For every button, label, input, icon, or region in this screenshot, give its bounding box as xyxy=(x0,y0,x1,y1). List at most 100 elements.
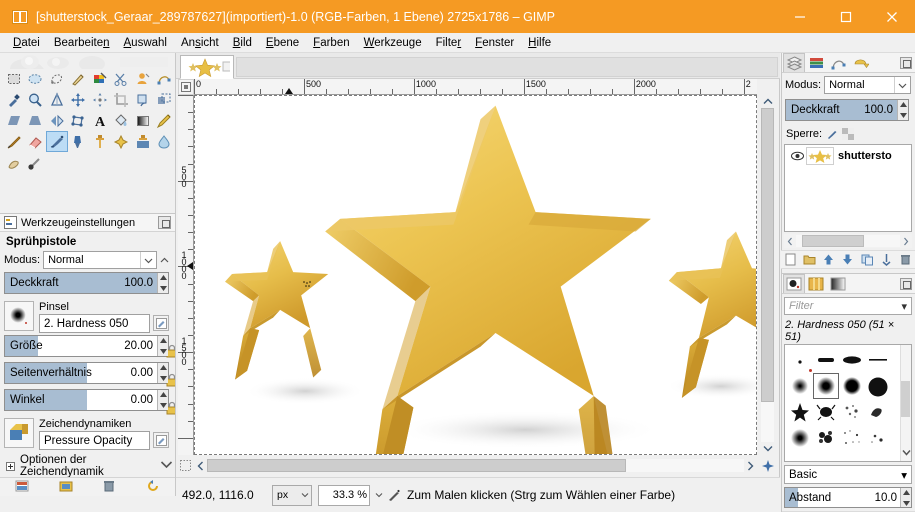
ellipse-select-tool[interactable] xyxy=(25,68,47,89)
angle-slider[interactable]: Winkel 0.00 xyxy=(4,389,169,411)
brush-cell[interactable] xyxy=(787,347,813,373)
dynamics-options-expander[interactable]: Optionen der Zeichendynamik xyxy=(0,452,175,480)
scroll-up-button[interactable] xyxy=(760,95,775,108)
restore-tool-preset-icon[interactable] xyxy=(59,479,73,496)
menu-ebene[interactable]: Ebene xyxy=(259,35,306,51)
layer-hscroll-thumb[interactable] xyxy=(802,235,864,247)
menu-hilfe[interactable]: Hilfe xyxy=(521,35,558,51)
scroll-right-button[interactable] xyxy=(744,458,757,473)
duplicate-layer-icon[interactable] xyxy=(860,252,875,267)
menu-bearbeiten[interactable]: Bearbeiten xyxy=(47,35,117,51)
menu-auswahl[interactable]: Auswahl xyxy=(117,35,174,51)
brush-cell[interactable] xyxy=(787,373,813,399)
layer-opacity-spinner[interactable] xyxy=(897,100,908,120)
layer-opacity-slider[interactable]: Deckkraft 100.0 xyxy=(785,99,909,121)
v-scroll-track[interactable] xyxy=(761,108,774,442)
save-tool-preset-icon[interactable] xyxy=(15,479,29,496)
flip-tool[interactable] xyxy=(46,110,68,131)
menu-ansicht[interactable]: Ansicht xyxy=(174,35,226,51)
options-collapse-icon[interactable] xyxy=(157,257,171,264)
brush-grid-scroll-down-icon[interactable] xyxy=(902,447,911,459)
canvas-vertical-scrollbar[interactable] xyxy=(760,95,775,455)
crop-tool[interactable] xyxy=(111,89,133,110)
zoom-tool[interactable] xyxy=(25,89,47,110)
delete-tool-preset-icon[interactable] xyxy=(102,479,116,496)
rect-select-tool[interactable] xyxy=(3,68,25,89)
brush-cell[interactable] xyxy=(839,373,865,399)
layer-list-hscrollbar[interactable] xyxy=(784,234,912,248)
menu-filter[interactable]: Filter xyxy=(429,35,469,51)
eye-icon[interactable] xyxy=(788,151,806,161)
move-tool[interactable] xyxy=(68,89,90,110)
layer-item[interactable]: shuttersto xyxy=(785,145,911,167)
tool-options-menu-button[interactable] xyxy=(158,216,171,229)
layer-mode-select[interactable]: Normal xyxy=(824,76,911,94)
brush-filter-input[interactable]: Filter ▾ xyxy=(784,297,912,315)
patterns-tab[interactable] xyxy=(805,274,827,293)
quickmask-toggle-button[interactable] xyxy=(179,458,192,473)
layers-tab[interactable] xyxy=(783,53,805,72)
gradients-tab[interactable] xyxy=(827,274,849,293)
clone-tool[interactable] xyxy=(89,131,111,152)
edit-dynamics-button[interactable] xyxy=(153,432,169,448)
paintbrush-tool[interactable] xyxy=(3,131,25,152)
heal-tool[interactable] xyxy=(111,131,133,152)
horizontal-ruler[interactable]: 0 500 1000 1500 2000 2 xyxy=(194,79,757,95)
airbrush-tool[interactable] xyxy=(46,131,68,152)
brush-cell[interactable] xyxy=(813,425,839,451)
undo-history-tab[interactable] xyxy=(849,53,871,72)
ruler-origin-button[interactable] xyxy=(178,79,194,95)
brushes-tab[interactable] xyxy=(783,274,805,293)
fuzzy-select-tool[interactable] xyxy=(68,68,90,89)
scissors-select-tool[interactable] xyxy=(111,68,133,89)
layer-list[interactable]: shuttersto xyxy=(784,144,912,232)
brush-cell[interactable] xyxy=(787,425,813,451)
menu-bild[interactable]: Bild xyxy=(226,35,259,51)
minimize-button[interactable] xyxy=(777,0,823,33)
free-select-tool[interactable] xyxy=(46,68,68,89)
ink-tool[interactable] xyxy=(68,131,90,152)
reset-tool-options-icon[interactable] xyxy=(146,479,160,496)
new-group-icon[interactable] xyxy=(802,252,817,267)
brush-cell[interactable] xyxy=(813,347,839,373)
layer-hscroll-track[interactable] xyxy=(796,235,900,247)
rotate-tool[interactable] xyxy=(132,89,154,110)
opacity-slider[interactable]: Deckkraft 100.0 xyxy=(4,272,169,294)
h-scroll-track[interactable] xyxy=(207,459,744,472)
opacity-spinner[interactable] xyxy=(157,273,168,293)
brush-tag-select[interactable]: Basic ▾ xyxy=(784,465,912,484)
dodge-burn-tool[interactable] xyxy=(25,152,47,173)
perspective-clone-tool[interactable] xyxy=(132,131,154,152)
brush-value[interactable]: 2. Hardness 050 xyxy=(39,314,150,333)
brush-cell[interactable] xyxy=(839,399,865,425)
shear-tool[interactable] xyxy=(3,110,25,131)
by-color-select-tool[interactable] xyxy=(89,68,111,89)
channels-tab[interactable] xyxy=(805,53,827,72)
bucket-fill-tool[interactable] xyxy=(111,110,133,131)
delete-layer-icon[interactable] xyxy=(898,252,913,267)
layers-dock-menu-button[interactable] xyxy=(900,56,912,69)
dynamics-value[interactable]: Pressure Opacity xyxy=(39,431,150,450)
maximize-button[interactable] xyxy=(823,0,869,33)
edit-brush-button[interactable] xyxy=(153,315,169,331)
v-scroll-thumb[interactable] xyxy=(761,108,774,402)
close-button[interactable] xyxy=(869,0,915,33)
brush-cell[interactable] xyxy=(865,347,891,373)
eraser-tool[interactable] xyxy=(25,131,47,152)
anchor-layer-icon[interactable] xyxy=(879,252,894,267)
vertical-ruler[interactable]: 500 1000 1500 xyxy=(178,95,194,455)
alignment-tool[interactable] xyxy=(89,89,111,110)
pencil-tool[interactable] xyxy=(154,110,176,131)
text-tool[interactable]: A xyxy=(89,110,111,131)
measure-tool[interactable] xyxy=(46,89,68,110)
smudge-tool[interactable] xyxy=(3,152,25,173)
image-tab-stars[interactable] xyxy=(180,55,234,79)
brush-cell[interactable] xyxy=(787,399,813,425)
brush-grid-scrollbar[interactable] xyxy=(900,345,911,461)
brush-cell[interactable] xyxy=(865,373,891,399)
brush-cell[interactable] xyxy=(865,399,891,425)
new-layer-icon[interactable] xyxy=(783,252,798,267)
brush-preview[interactable] xyxy=(4,301,34,331)
tool-options-scroll-down-icon[interactable] xyxy=(160,460,173,472)
unit-select[interactable]: px xyxy=(272,484,312,506)
